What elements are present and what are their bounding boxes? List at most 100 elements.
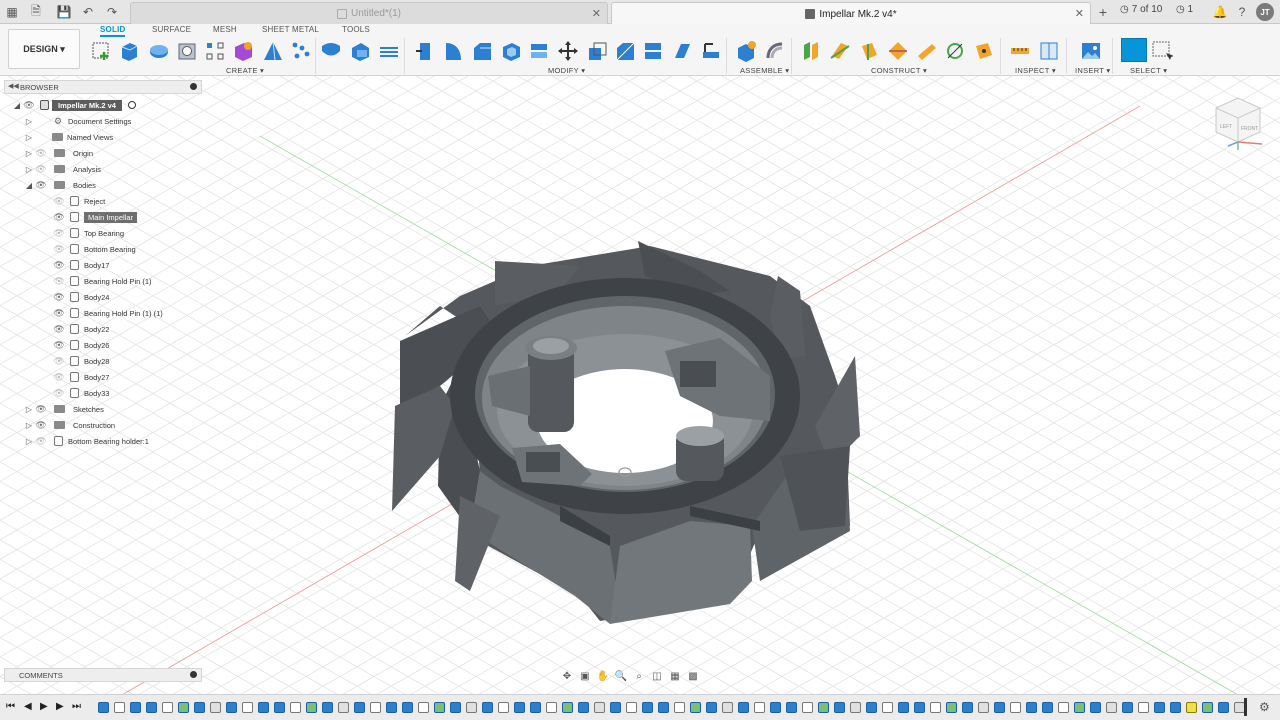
tab-mesh[interactable]: MESH (213, 25, 237, 34)
visibility-eye-icon[interactable]: 👁 (22, 100, 36, 111)
create-sketch-icon[interactable] (90, 40, 112, 62)
rib-icon[interactable] (378, 40, 400, 62)
help-icon[interactable]: ? (1234, 4, 1250, 20)
point-pattern-icon[interactable] (290, 40, 312, 62)
midplane-icon[interactable] (887, 40, 909, 62)
timeline-feature-icon[interactable] (386, 702, 397, 713)
visibility-eye-icon[interactable]: 👁 (52, 292, 66, 303)
browser-item-bottom-bearing-holder[interactable]: ▷ 👁 Bottom Bearing holder:1 (24, 434, 149, 448)
joint-icon[interactable] (764, 40, 786, 62)
timeline-feature-icon[interactable] (962, 702, 973, 713)
zoom-icon[interactable]: 🔍 (614, 669, 628, 683)
expand-triangle-icon[interactable]: ▷ (24, 149, 34, 158)
browser-body-row[interactable]: 👁 Body33 (52, 386, 109, 400)
timeline-feature-icon[interactable] (770, 702, 781, 713)
timeline-feature-icon[interactable] (754, 702, 765, 713)
timeline-feature-icon[interactable] (514, 702, 525, 713)
timeline-feature-icon[interactable] (450, 702, 461, 713)
visibility-eye-icon[interactable]: 👁 (34, 436, 48, 447)
timeline-feature-icon[interactable] (1202, 702, 1213, 713)
browser-body-row[interactable]: 👁 Top Bearing (52, 226, 124, 240)
timeline-feature-icon[interactable] (1186, 702, 1197, 713)
timeline-feature-icon[interactable] (594, 702, 605, 713)
timeline-feature-icon[interactable] (882, 702, 893, 713)
document-tab-impellar[interactable]: Impellar Mk.2 v4* ✕ (611, 2, 1091, 25)
workspace-switcher-button[interactable]: DESIGN ▾ (8, 29, 80, 69)
browser-item-named-views[interactable]: ▷ Named Views (24, 130, 113, 144)
timeline-feature-icon[interactable] (1010, 702, 1021, 713)
new-component-icon[interactable] (735, 40, 757, 62)
visibility-eye-icon[interactable]: 👁 (52, 260, 66, 271)
hole-icon[interactable] (176, 40, 198, 62)
timeline-prev-icon[interactable]: ◀ (24, 701, 32, 712)
visibility-eye-icon[interactable]: 👁 (52, 196, 66, 207)
assemble-menu[interactable]: ASSEMBLE ▾ (740, 66, 789, 75)
timeline-feature-icon[interactable] (578, 702, 589, 713)
offset-plane-icon[interactable] (800, 40, 822, 62)
timeline-feature-icon[interactable] (690, 702, 701, 713)
revolve-icon[interactable] (148, 40, 170, 62)
expand-triangle-icon[interactable]: ▷ (24, 117, 34, 126)
pin-icon[interactable] (190, 671, 197, 678)
timeline-feature-icon[interactable] (146, 702, 157, 713)
timeline-feature-icon[interactable] (418, 702, 429, 713)
chamfer-icon[interactable] (471, 40, 493, 62)
expand-triangle-icon[interactable]: ▷ (24, 405, 34, 414)
timeline-feature-icon[interactable] (194, 702, 205, 713)
expand-triangle-icon[interactable]: ▷ (24, 165, 34, 174)
browser-panel-header[interactable]: ◀◀ BROWSER (4, 80, 202, 94)
plane-at-angle-icon[interactable] (829, 40, 851, 62)
timeline-feature-icon[interactable] (658, 702, 669, 713)
browser-body-row[interactable]: 👁 Body22 (52, 322, 109, 336)
timeline-feature-icon[interactable] (1218, 702, 1229, 713)
tab-solid[interactable]: SOLID (100, 25, 126, 37)
loft-icon[interactable] (349, 40, 371, 62)
browser-item-bodies[interactable]: ◢ 👁 Bodies (24, 178, 96, 192)
pattern-icon[interactable] (204, 40, 226, 62)
modify-menu[interactable]: MODIFY ▾ (548, 66, 585, 75)
browser-body-row[interactable]: 👁 Body27 (52, 370, 109, 384)
activate-radio-icon[interactable] (127, 101, 136, 109)
timeline-feature-icon[interactable] (498, 702, 509, 713)
timeline-feature-icon[interactable] (306, 702, 317, 713)
close-tab-icon[interactable]: ✕ (1075, 7, 1084, 20)
select-menu[interactable]: SELECT ▾ (1130, 66, 1167, 75)
timeline-feature-icon[interactable] (370, 702, 381, 713)
view-cube[interactable]: LEFT FRONT (1208, 94, 1268, 150)
timeline-feature-icon[interactable] (802, 702, 813, 713)
grid-settings-icon[interactable]: ▦ (668, 669, 682, 683)
timeline-feature-icon[interactable] (466, 702, 477, 713)
insert-menu[interactable]: INSERT ▾ (1075, 66, 1110, 75)
scale-icon[interactable] (671, 40, 693, 62)
viewcube-left-face[interactable]: LEFT (1220, 124, 1232, 130)
browser-body-row[interactable]: 👁 Bottom Bearing (52, 242, 136, 256)
redo-icon[interactable]: ↷ (104, 4, 120, 20)
inspect-menu[interactable]: INSPECT ▾ (1015, 66, 1056, 75)
timeline-first-icon[interactable]: ⏮ (6, 701, 15, 712)
visibility-eye-icon[interactable]: 👁 (34, 148, 48, 159)
timeline-feature-icon[interactable] (242, 702, 253, 713)
sweep-icon[interactable] (320, 40, 342, 62)
visibility-eye-icon[interactable]: 👁 (52, 356, 66, 367)
select-icon[interactable] (1121, 38, 1147, 62)
fit-icon[interactable]: ⌕ (632, 669, 646, 683)
viewcube-front-face[interactable]: FRONT (1241, 126, 1258, 132)
browser-item-origin[interactable]: ▷ 👁 Origin (24, 146, 93, 160)
comments-panel[interactable]: COMMENTS (4, 668, 202, 682)
form-icon[interactable] (232, 40, 254, 62)
timeline-feature-icon[interactable] (210, 702, 221, 713)
timeline-feature-icon[interactable] (130, 702, 141, 713)
timeline-feature-icon[interactable] (98, 702, 109, 713)
tangent-plane-icon[interactable] (858, 40, 880, 62)
timeline-next-icon[interactable]: ▶ (56, 701, 64, 712)
browser-item-sketches[interactable]: ▷ 👁 Sketches (24, 402, 104, 416)
timeline-feature-icon[interactable] (258, 702, 269, 713)
expand-triangle-icon[interactable]: ◢ (12, 101, 22, 110)
timeline-feature-icon[interactable] (1042, 702, 1053, 713)
press-pull-icon[interactable] (413, 40, 435, 62)
timeline-feature-icon[interactable] (434, 702, 445, 713)
timeline-feature-icon[interactable] (226, 702, 237, 713)
point-icon[interactable] (973, 40, 995, 62)
extrude-icon[interactable] (118, 40, 140, 62)
visibility-eye-icon[interactable]: 👁 (34, 404, 48, 415)
